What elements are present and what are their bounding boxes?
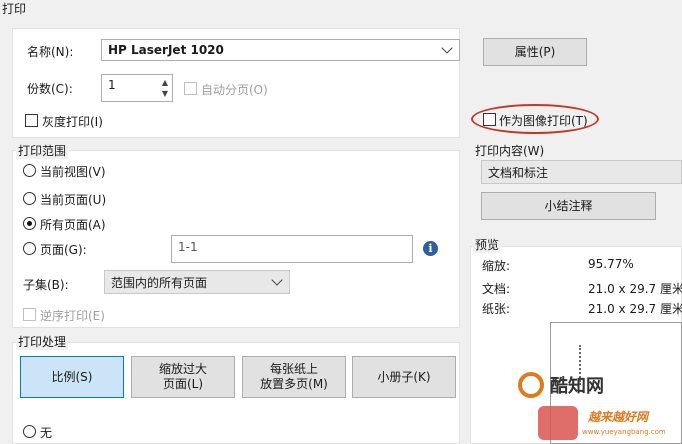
highlight-ellipse (471, 104, 599, 134)
collate-checkbox[interactable] (184, 82, 197, 95)
dialog-title: 打印 (2, 2, 27, 16)
range-all-pages-radio[interactable] (23, 217, 36, 230)
copies-label: 份数(C): (27, 82, 73, 96)
range-all-pages-label: 所有页面(A) (40, 218, 106, 232)
print-content-title: 打印内容(W) (473, 142, 547, 159)
chevron-down-icon (271, 274, 283, 286)
range-current-page-radio[interactable] (23, 192, 36, 205)
handling-none-radio[interactable] (23, 425, 36, 438)
paper-size-label: 纸张: (482, 302, 511, 316)
watermark-site-url: www.yueyangbang.com (582, 428, 666, 436)
watermark-brand: 酷知网 (550, 376, 604, 397)
preview-title: 预览 (473, 236, 502, 253)
range-pages-radio[interactable] (23, 242, 36, 255)
printer-name-label: 名称(N): (27, 45, 74, 59)
scale-button[interactable]: 比例(S) (20, 356, 124, 398)
range-pages-label: 页面(G): (40, 243, 87, 257)
grayscale-label: 灰度打印(I) (42, 115, 103, 129)
document-size-value: 21.0 x 29.7 厘米 (588, 282, 682, 296)
print-content-select[interactable]: 文档和标注 (481, 160, 682, 184)
zoom-value: 95.77% (588, 257, 634, 271)
watermark-badge-icon (538, 406, 578, 440)
info-icon[interactable]: i (423, 241, 438, 256)
booklet-button[interactable]: 小册子(K) (352, 356, 456, 398)
summarize-comments-button[interactable]: 小结注释 (481, 192, 656, 220)
grayscale-checkbox[interactable] (25, 114, 38, 127)
copies-value: 1 (108, 78, 116, 92)
printer-name-select[interactable]: HP LaserJet 1020 (101, 39, 460, 61)
print-content-value: 文档和标注 (488, 165, 549, 180)
range-current-view-radio[interactable] (23, 164, 36, 177)
copies-stepper[interactable]: 1 ▲ ▼ (101, 74, 173, 102)
paper-size-value: 21.0 x 29.7 厘米 (588, 302, 682, 316)
zoom-label: 缩放: (482, 259, 511, 273)
reverse-label: 逆序打印(E) (40, 309, 105, 323)
watermark-site-name: 越来越好网 (588, 410, 649, 424)
subset-value: 范围内的所有页面 (111, 275, 208, 290)
print-range-title: 打印范围 (16, 142, 69, 159)
pages-input[interactable]: 1-1 (171, 235, 413, 263)
reverse-checkbox[interactable] (23, 308, 36, 321)
subset-label: 子集(B): (23, 278, 69, 292)
handling-none-label: 无 (40, 426, 53, 440)
print-handling-title: 打印处理 (16, 333, 69, 350)
collate-label: 自动分页(O) (201, 83, 268, 97)
printer-name-value: HP LaserJet 1020 (108, 43, 224, 57)
multiple-pages-button[interactable]: 每张纸上 放置多页(M) (242, 356, 346, 398)
subset-select[interactable]: 范围内的所有页面 (104, 270, 290, 294)
shrink-oversize-button[interactable]: 缩放过大 页面(L) (131, 356, 235, 398)
stepper-arrows-icon[interactable]: ▲ ▼ (162, 77, 168, 99)
pages-value: 1-1 (178, 240, 198, 254)
document-size-label: 文档: (482, 282, 511, 296)
properties-button[interactable]: 属性(P) (483, 38, 587, 66)
range-current-view-label: 当前视图(V) (40, 165, 106, 179)
watermark-logo-icon (518, 372, 544, 398)
range-current-page-label: 当前页面(U) (40, 193, 107, 207)
chevron-down-icon (441, 42, 453, 54)
